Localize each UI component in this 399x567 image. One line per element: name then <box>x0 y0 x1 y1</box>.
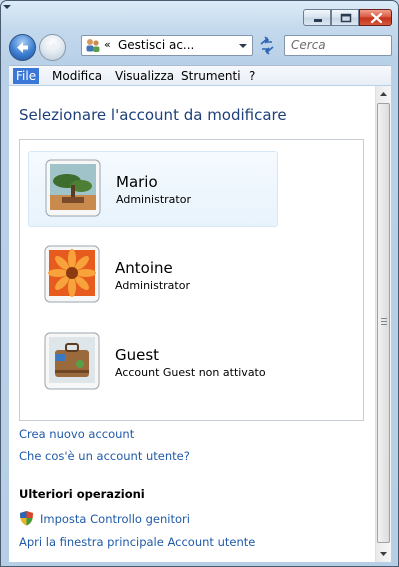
forward-button[interactable] <box>39 34 66 61</box>
chevron-down-icon <box>3 5 11 9</box>
account-type: Administrator <box>116 193 191 206</box>
bonsai-avatar-icon <box>45 159 101 217</box>
minimize-icon <box>314 19 322 22</box>
parental-controls-link[interactable]: Imposta Controllo genitori <box>40 512 190 526</box>
breadcrumb-overflow[interactable]: « <box>104 38 111 51</box>
address-dropdown-icon[interactable] <box>237 39 249 53</box>
menu-strumenti[interactable]: Strumenti <box>178 68 244 84</box>
account-type: Administrator <box>115 279 190 292</box>
user-accounts-main-link[interactable]: Apri la finestra principale Account uten… <box>19 535 255 549</box>
users-icon <box>86 39 100 52</box>
arrow-left-icon <box>17 42 28 53</box>
menu-file[interactable]: File <box>13 68 40 84</box>
flower-avatar-icon <box>44 245 100 303</box>
search-placeholder: Cerca <box>291 38 326 52</box>
create-account-link[interactable]: Crea nuovo account <box>19 427 134 441</box>
content-pane: Selezionare l'account da modificare Mari… <box>9 86 375 562</box>
shield-icon <box>20 511 33 526</box>
account-list: Mario Administrator Antoine Administrato… <box>19 139 364 421</box>
account-guest[interactable]: Guest Account Guest non attivato <box>28 325 278 401</box>
page-title: Selezionare l'account da modificare <box>19 106 287 124</box>
refresh-icon <box>260 36 274 55</box>
scroll-down-icon[interactable] <box>376 546 391 562</box>
account-antoine[interactable]: Antoine Administrator <box>28 238 278 314</box>
maximize-button[interactable] <box>331 9 359 26</box>
breadcrumb[interactable]: Gestisci ac... <box>118 38 194 52</box>
menu-modifica[interactable]: Modifica <box>49 68 105 84</box>
account-name: Guest <box>115 346 160 364</box>
vertical-scrollbar[interactable] <box>375 86 391 562</box>
account-name: Mario <box>116 173 158 191</box>
back-button[interactable] <box>9 34 36 61</box>
menu-help[interactable]: ? <box>246 68 258 84</box>
grip-icon <box>381 318 387 325</box>
minimize-button[interactable] <box>303 9 331 26</box>
arrow-right-icon <box>47 42 58 53</box>
close-button[interactable] <box>359 9 392 26</box>
menu-visualizza[interactable]: Visualizza <box>112 68 177 84</box>
suitcase-avatar-icon <box>44 332 100 390</box>
scroll-up-icon[interactable] <box>376 86 391 102</box>
account-name: Antoine <box>115 259 173 277</box>
refresh-button[interactable] <box>255 35 279 56</box>
recent-pages-button[interactable] <box>1 1 13 13</box>
window: « Gestisci ac... Cerca File Modifica Vis… <box>0 0 399 567</box>
section-heading: Ulteriori operazioni <box>19 487 145 501</box>
close-icon <box>370 12 383 24</box>
account-type: Account Guest non attivato <box>115 366 266 379</box>
what-is-account-link[interactable]: Che cos'è un account utente? <box>19 449 190 463</box>
address-bar[interactable]: « Gestisci ac... <box>81 35 253 56</box>
scroll-thumb[interactable] <box>377 103 390 543</box>
search-input[interactable]: Cerca <box>284 35 392 56</box>
menu-bar: File Modifica Visualizza Strumenti ? <box>9 65 391 85</box>
maximize-icon <box>340 13 352 23</box>
account-mario[interactable]: Mario Administrator <box>28 151 278 227</box>
